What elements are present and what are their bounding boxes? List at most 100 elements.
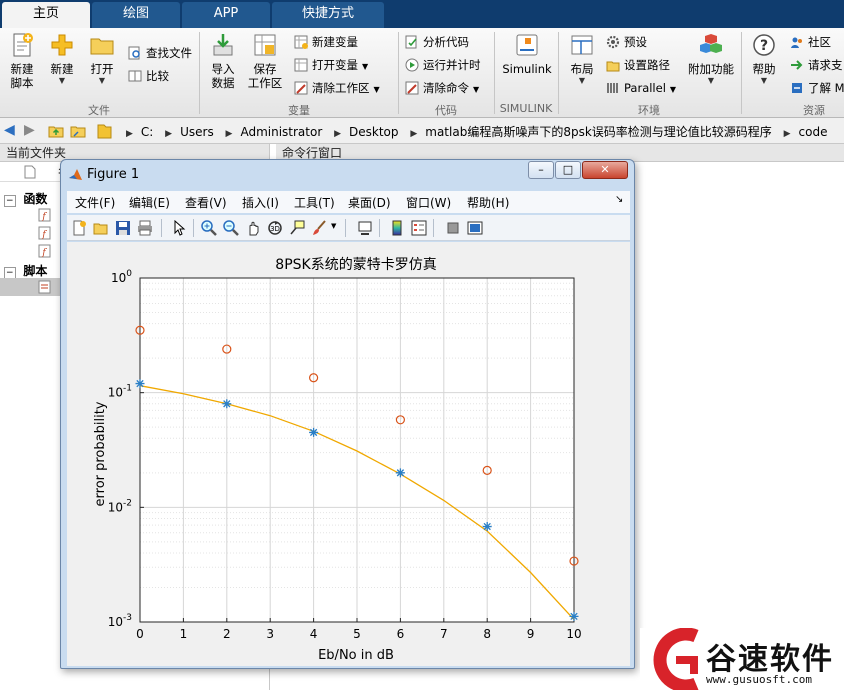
help-label: 帮助 xyxy=(752,62,776,76)
plus-icon xyxy=(51,34,73,56)
maximize-button[interactable]: □ xyxy=(555,161,581,179)
new-button[interactable]: 新建 ▼ xyxy=(42,32,82,86)
save-workspace-button[interactable]: 保存 工作区 xyxy=(245,32,285,90)
help-icon: ? xyxy=(753,34,775,56)
parallel-button[interactable]: Parallel ▼ xyxy=(606,78,676,98)
dock-arrow-icon[interactable]: ↘ xyxy=(615,194,623,205)
close-button[interactable]: ✕ xyxy=(582,161,628,179)
simulink-button[interactable]: Simulink xyxy=(500,32,554,76)
breadcrumb-item[interactable]: C: xyxy=(141,125,153,139)
function-file-icon[interactable]: f xyxy=(38,208,52,222)
find-files-icon xyxy=(128,46,140,60)
menu-tools[interactable]: 工具(T) xyxy=(294,194,335,211)
open-button[interactable]: 打开 ▼ xyxy=(82,32,122,86)
open-variable-button[interactable]: 打开变量 ▼ xyxy=(294,55,368,75)
run-and-time-button[interactable]: 运行并计时 xyxy=(405,55,481,75)
show-plot-tools-icon[interactable] xyxy=(467,220,483,236)
rotate-icon[interactable]: 3D xyxy=(267,220,283,236)
layout-button[interactable]: 布局 ▼ xyxy=(562,32,602,86)
open-icon[interactable] xyxy=(93,220,109,236)
folder-icon xyxy=(90,38,114,55)
breadcrumb-item[interactable]: Desktop xyxy=(349,125,399,139)
legend-icon[interactable] xyxy=(411,220,427,236)
new-figure-icon[interactable] xyxy=(71,220,87,236)
compare-button[interactable]: 比较 xyxy=(128,66,169,86)
parallel-icon xyxy=(607,83,618,93)
open-variable-icon xyxy=(294,58,308,72)
up-folder-icon[interactable] xyxy=(48,123,64,139)
menu-file[interactable]: 文件(F) xyxy=(75,194,115,211)
breadcrumb-item[interactable]: matlab编程高斯噪声下的8psk误码率检测与理论值比较源码程序 xyxy=(425,125,772,139)
y-tick-label: 10-3 xyxy=(108,613,132,629)
tab-shortcuts[interactable]: 快捷方式 xyxy=(272,2,384,28)
figure-canvas[interactable]: 8PSK系统的蒙特卡罗仿真 Eb/No in dB error probabil… xyxy=(67,242,630,666)
breadcrumb-item[interactable]: Administrator xyxy=(240,125,322,139)
star-marker xyxy=(222,399,232,409)
menu-desktop[interactable]: 桌面(D) xyxy=(348,194,391,211)
hide-plot-tools-icon[interactable] xyxy=(445,220,461,236)
link-icon[interactable] xyxy=(357,220,373,236)
data-cursor-icon[interactable] xyxy=(289,220,305,236)
tree-group-functions[interactable]: − 函数 xyxy=(4,190,47,207)
brush-icon[interactable] xyxy=(311,220,327,236)
clear-commands-icon xyxy=(405,81,419,95)
pan-icon[interactable] xyxy=(245,220,261,236)
chevron-down-icon[interactable]: ▼ xyxy=(331,222,336,230)
addons-button[interactable]: 附加功能 ▼ xyxy=(688,32,734,86)
tab-home[interactable]: 主页 xyxy=(2,2,90,28)
breadcrumb-item[interactable]: code xyxy=(799,125,828,139)
clear-workspace-icon xyxy=(294,81,308,95)
x-tick-label: 7 xyxy=(440,627,448,641)
clear-workspace-button[interactable]: 清除工作区 ▼ xyxy=(294,78,380,98)
menu-insert[interactable]: 插入(I) xyxy=(242,194,279,211)
pointer-icon[interactable] xyxy=(171,220,187,236)
zoom-in-icon[interactable] xyxy=(201,220,217,236)
menu-help[interactable]: 帮助(H) xyxy=(467,194,509,211)
new-script-button[interactable]: 新建 脚本 xyxy=(2,32,42,90)
x-tick-label: 9 xyxy=(527,627,535,641)
minimize-button[interactable]: – xyxy=(528,161,554,179)
error-rate-chart[interactable]: 8PSK系统的蒙特卡罗仿真 Eb/No in dB error probabil… xyxy=(67,242,630,666)
menu-window[interactable]: 窗口(W) xyxy=(406,194,451,211)
browse-folder-icon[interactable] xyxy=(70,123,86,139)
save-icon[interactable] xyxy=(115,220,131,236)
y-axis-label: error probability xyxy=(93,401,108,506)
address-bar: ◀ ▶ ▶ C: ▶ Users ▶ Administrator ▶ Desktop ▶… xyxy=(0,118,844,144)
learn-matlab-button[interactable]: 了解 M xyxy=(790,78,844,98)
breadcrumb-item[interactable]: Users xyxy=(180,125,214,139)
preferences-button[interactable]: 预设 xyxy=(606,32,647,52)
analyze-code-button[interactable]: 分析代码 xyxy=(405,32,469,52)
print-icon[interactable] xyxy=(137,220,153,236)
resources-group-label: 资源 xyxy=(803,104,825,117)
breadcrumb: ▶ C: ▶ Users ▶ Administrator ▶ Desktop ▶ matl… xyxy=(126,125,828,139)
star-marker xyxy=(395,468,405,478)
request-support-button[interactable]: 请求支 xyxy=(790,55,843,75)
figure-menubar: 文件(F) 编辑(E) 查看(V) 插入(I) 工具(T) 桌面(D) 窗口(W… xyxy=(67,191,630,213)
tab-apps[interactable]: APP xyxy=(182,2,270,28)
set-path-button[interactable]: 设置路径 xyxy=(606,55,670,75)
help-button[interactable]: ? 帮助 ▼ xyxy=(744,32,784,86)
colorbar-icon[interactable] xyxy=(389,220,405,236)
star-marker xyxy=(135,379,145,389)
brand-url: www.gusuosft.com xyxy=(706,673,812,686)
function-file-icon[interactable]: f xyxy=(38,226,52,240)
set-path-icon xyxy=(606,61,620,72)
forward-arrow-icon[interactable]: ▶ xyxy=(24,122,35,138)
chevron-down-icon: ▼ xyxy=(578,76,586,85)
watermark-logo: 谷速软件 www.gusuosft.com xyxy=(640,627,844,693)
tree-group-scripts[interactable]: − 脚本 xyxy=(4,262,47,279)
community-button[interactable]: 社区 xyxy=(790,32,831,52)
tab-plots[interactable]: 绘图 xyxy=(92,2,180,28)
x-tick-label: 4 xyxy=(310,627,318,641)
import-data-button[interactable]: 导入 数据 xyxy=(203,32,243,90)
menu-view[interactable]: 查看(V) xyxy=(185,194,227,211)
find-files-button[interactable]: 查找文件 xyxy=(128,43,192,63)
clear-commands-button[interactable]: 清除命令 ▼ xyxy=(405,78,479,98)
addons-label: 附加功能 xyxy=(688,62,734,76)
new-variable-button[interactable]: 新建变量 xyxy=(294,32,358,52)
menu-edit[interactable]: 编辑(E) xyxy=(129,194,170,211)
chart-title: 8PSK系统的蒙特卡罗仿真 xyxy=(275,257,436,273)
function-file-icon[interactable]: f xyxy=(38,244,52,258)
back-arrow-icon[interactable]: ◀ xyxy=(4,122,15,138)
zoom-out-icon[interactable] xyxy=(223,220,239,236)
